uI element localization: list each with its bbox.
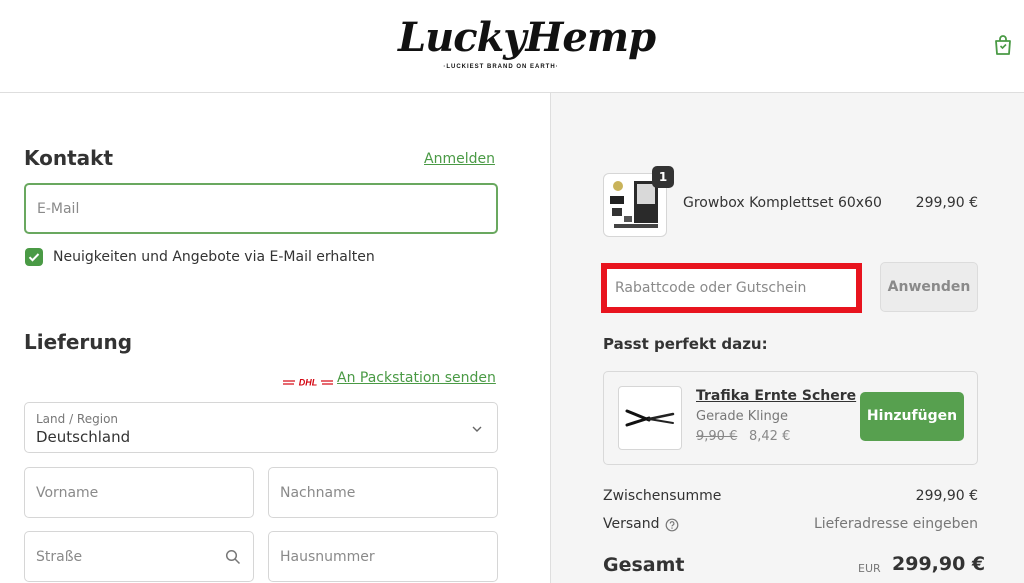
search-icon: [225, 549, 241, 565]
brand-logo[interactable]: LuckyHemp ·LUCKIEST BRAND ON EARTH·: [398, 10, 656, 80]
subtotal-label: Zwischensumme: [603, 488, 722, 504]
contact-heading: Kontakt: [24, 146, 114, 170]
shopping-bag-icon[interactable]: [991, 33, 1015, 57]
packstation-link[interactable]: An Packstation senden: [337, 370, 496, 386]
product-name: Growbox Komplettset 60x60: [683, 195, 882, 211]
upsell-variant: Gerade Klinge: [696, 409, 789, 424]
login-link[interactable]: Anmelden: [424, 151, 495, 167]
newsletter-checkbox[interactable]: [25, 248, 43, 266]
delivery-heading: Lieferung: [24, 330, 133, 354]
first-name-placeholder: Vorname: [36, 484, 99, 501]
house-number-field[interactable]: Hausnummer: [268, 531, 498, 582]
chevron-down-icon: [472, 426, 482, 432]
logo-wordmark: LuckyHemp: [398, 14, 656, 61]
help-icon[interactable]: [665, 518, 679, 532]
add-upsell-button[interactable]: Hinzufügen: [860, 392, 964, 441]
total-label: Gesamt: [603, 554, 685, 576]
shipping-value: Lieferadresse eingeben: [813, 516, 978, 532]
street-field[interactable]: Straße: [24, 531, 254, 582]
dhl-logo: DHL: [283, 373, 333, 388]
upsell-new-price: 8,42 €: [749, 429, 791, 444]
checkmark-icon: [28, 253, 40, 262]
newsletter-label: Neuigkeiten und Angebote via E-Mail erha…: [53, 249, 375, 265]
quantity-badge: 1: [652, 166, 674, 188]
street-placeholder: Straße: [36, 548, 83, 565]
upsell-card: Trafika Ernte Schere Gerade Klinge 9,90 …: [603, 371, 978, 465]
house-number-placeholder: Hausnummer: [280, 548, 375, 565]
country-value: Deutschland: [36, 428, 131, 446]
shipping-label: Versand: [603, 516, 660, 532]
country-select[interactable]: Land / Region Deutschland: [24, 402, 498, 453]
apply-discount-button[interactable]: Anwenden: [880, 262, 978, 312]
email-field[interactable]: E-Mail: [24, 183, 498, 234]
discount-code-input[interactable]: Rabattcode oder Gutschein: [601, 263, 862, 313]
last-name-placeholder: Nachname: [280, 484, 356, 501]
upsell-old-price: 9,90 €: [696, 429, 738, 444]
first-name-field[interactable]: Vorname: [24, 467, 254, 518]
total-currency: EUR: [858, 562, 881, 575]
last-name-field[interactable]: Nachname: [268, 467, 498, 518]
product-price: 299,90 €: [915, 195, 978, 211]
site-header: LuckyHemp ·LUCKIEST BRAND ON EARTH·: [0, 0, 1024, 93]
subtotal-value: 299,90 €: [915, 488, 978, 504]
total-value: 299,90 €: [892, 553, 986, 575]
email-placeholder: E-Mail: [37, 200, 80, 217]
upsell-heading: Passt perfekt dazu:: [603, 335, 768, 353]
upsell-product-name[interactable]: Trafika Ernte Schere: [696, 388, 856, 404]
discount-placeholder: Rabattcode oder Gutschein: [615, 280, 807, 296]
country-label: Land / Region: [36, 412, 119, 426]
upsell-product-image: [618, 386, 682, 450]
svg-text:DHL: DHL: [299, 378, 318, 388]
